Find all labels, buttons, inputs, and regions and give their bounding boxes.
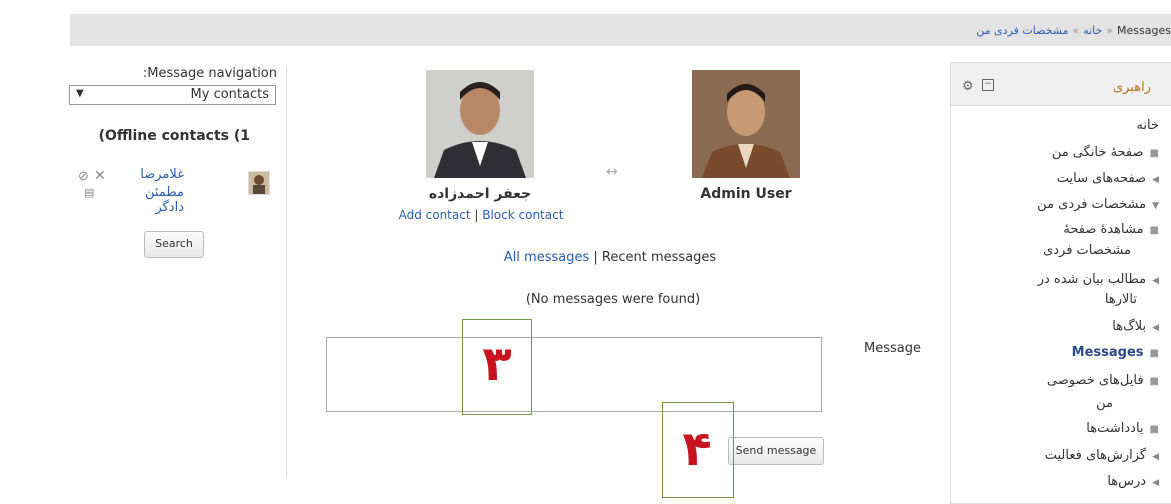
remove-contact-icon[interactable]: ✕ [94, 168, 106, 184]
message-navigation-value: My contacts [190, 87, 269, 102]
user-photo-jafar[interactable] [426, 70, 534, 178]
nav-item-label: خانه [1136, 118, 1159, 133]
navigation-block-title: راهبری [1112, 80, 1151, 95]
nav-item-label: صفحهٔ خانگی من [1051, 145, 1144, 160]
bullet-icon: ■ [1149, 225, 1159, 236]
message-history-icon[interactable]: ▤ [84, 186, 94, 199]
nav-item-label: مشخصات فردی [1043, 243, 1131, 258]
user-photo-admin-image [692, 70, 800, 178]
annotation-number-4: ۴ [682, 421, 712, 477]
message-textarea[interactable] [326, 337, 822, 412]
user-photo-jafar-image [426, 70, 534, 178]
nav-item-home[interactable]: خانه [1136, 118, 1159, 133]
nav-item-private-files-line2[interactable]: من [1096, 396, 1113, 411]
message-label: Message [864, 341, 921, 356]
expanded-arrow-icon: ▼ [1152, 201, 1159, 211]
breadcrumb-current: Messages [1117, 24, 1171, 37]
links-separator: | [593, 250, 598, 265]
nav-item-my-profile[interactable]: ▼ مشخصات فردی من [1037, 197, 1159, 212]
dock-block-icon[interactable]: ⚙ [962, 79, 974, 94]
collapsed-arrow-icon: ◀ [1152, 452, 1159, 462]
no-messages-text: (No messages were found) [525, 292, 701, 307]
nav-item-label: من [1096, 396, 1113, 411]
bullet-icon: ■ [1149, 376, 1159, 387]
nav-item-label: فایل‌های خصوصی [1046, 373, 1144, 388]
search-button[interactable]: Search [144, 231, 204, 258]
nav-item-view-profile-line2[interactable]: مشخصات فردی [1043, 243, 1131, 258]
nav-item-label: گزارش‌های فعالیت [1044, 448, 1147, 463]
offline-contacts-heading: (Offline contacts (1 [98, 128, 250, 144]
actions-separator: | [474, 208, 479, 222]
column-divider [286, 66, 287, 478]
breadcrumb: خانه»مشخصات فردی من» Messages [976, 24, 1171, 37]
nav-item-forum-posts-line2[interactable]: تالارها [1105, 292, 1137, 307]
contact-avatar-image [249, 172, 269, 194]
nav-item-notes[interactable]: ■ یادداشت‌ها [1086, 421, 1159, 436]
recent-messages-label: Recent messages [601, 250, 717, 265]
contact-actions: Add contact | Block contact [366, 208, 596, 222]
bullet-icon: ■ [1149, 348, 1159, 359]
collapsed-arrow-icon: ◀ [1152, 323, 1159, 333]
user-name-jafar: جعفر احمدزاده [428, 186, 532, 202]
nav-item-label: یادداشت‌ها [1086, 421, 1144, 436]
nav-item-courses[interactable]: ◀ درس‌ها [1107, 474, 1159, 489]
nav-item-view-profile[interactable]: ■ مشاهدهٔ صفحهٔ [1063, 222, 1159, 237]
nav-item-label: صفحه‌های سایت [1056, 171, 1147, 186]
collapsed-arrow-icon: ◀ [1152, 175, 1159, 185]
block-contact-link[interactable]: Block contact [482, 208, 563, 222]
user-name-admin: Admin User [700, 186, 792, 202]
send-message-button[interactable]: Send message [728, 437, 824, 465]
nav-item-label: مشاهدهٔ صفحهٔ [1063, 222, 1144, 237]
nav-item-label: مشخصات فردی من [1037, 197, 1147, 212]
nav-item-messages[interactable]: ■ Messages [1072, 345, 1159, 360]
user-photo-admin[interactable] [692, 70, 800, 178]
breadcrumb-home[interactable]: خانه [1083, 24, 1102, 37]
bullet-icon: ■ [1149, 424, 1159, 435]
breadcrumb-separator: » [1072, 24, 1080, 37]
nav-item-site-pages[interactable]: ◀ صفحه‌های سایت [1057, 171, 1159, 186]
nav-item-label: بلاگ‌ها [1112, 319, 1147, 334]
collapsed-arrow-icon: ◀ [1152, 478, 1159, 488]
nav-item-label: تالارها [1104, 292, 1137, 307]
message-navigation-select[interactable]: ▼ My contacts [69, 85, 276, 105]
dropdown-arrow-icon: ▼ [76, 88, 84, 99]
message-navigation-label: :Message navigation [142, 66, 277, 81]
bullet-icon: ■ [1149, 148, 1159, 159]
contact-name-link[interactable]: غلامرضا [120, 167, 184, 182]
add-contact-link[interactable]: Add contact [399, 208, 471, 222]
nav-item-label: Messages [1071, 345, 1144, 360]
message-filter-links: All messages | Recent messages [460, 250, 760, 265]
breadcrumb-separator: » [1106, 24, 1114, 37]
nav-item-blogs[interactable]: ◀ بلاگ‌ها [1112, 319, 1159, 334]
minimize-block-icon[interactable]: − [982, 79, 994, 91]
nav-item-dashboard[interactable]: ■ صفحهٔ خانگی من [1052, 145, 1159, 160]
collapsed-arrow-icon: ◀ [1152, 276, 1159, 286]
nav-item-activity-reports[interactable]: ◀ گزارش‌های فعالیت [1045, 448, 1159, 463]
nav-item-label: مطالب بیان شده در [1037, 272, 1147, 287]
contact-avatar[interactable] [248, 171, 270, 195]
all-messages-link[interactable]: All messages [504, 250, 589, 265]
nav-item-label: درس‌ها [1107, 474, 1147, 489]
annotation-number-3: ۳ [482, 336, 512, 392]
block-contact-icon[interactable]: ⊘ [78, 169, 89, 184]
contact-surname-link[interactable]: مطمئن دادگر [120, 185, 184, 215]
nav-item-forum-posts[interactable]: ◀ مطالب بیان شده در [1038, 272, 1159, 287]
breadcrumb-profile[interactable]: مشخصات فردی من [976, 24, 1068, 37]
nav-item-private-files[interactable]: ■ فایل‌های خصوصی [1047, 373, 1159, 388]
swap-arrows-icon: ↔ [606, 164, 618, 180]
